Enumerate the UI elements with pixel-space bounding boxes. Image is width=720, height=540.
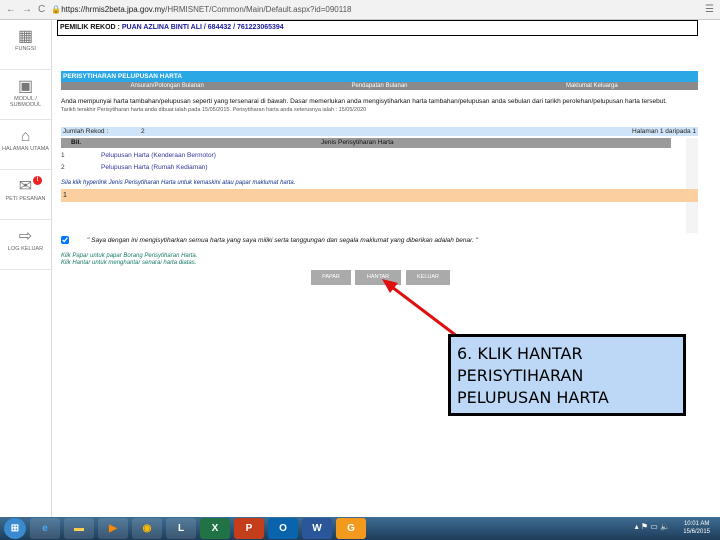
explorer-icon[interactable]: ▬ <box>64 518 94 539</box>
lync-icon[interactable]: L <box>166 518 196 539</box>
clock-time: 10:01 AM <box>683 521 710 527</box>
media-icon[interactable]: ▶ <box>98 518 128 539</box>
outlook-icon[interactable]: O <box>268 518 298 539</box>
powerpoint-icon[interactable]: P <box>234 518 264 539</box>
word-icon[interactable]: W <box>302 518 332 539</box>
annotation-arrow <box>382 279 471 348</box>
clock[interactable]: 10:01 AM 15/6/2015 <box>683 520 710 536</box>
start-icon[interactable]: ⊞ <box>4 518 26 539</box>
instruction-callout: 6. KLIK HANTAR PERISYTIHARAN PELUPUSAN H… <box>448 334 686 416</box>
system-tray[interactable]: ▴ ⚑ ▭ 🔈 <box>635 522 670 531</box>
app-icon[interactable]: G <box>336 518 366 539</box>
excel-icon[interactable]: X <box>200 518 230 539</box>
ie-icon[interactable]: e <box>30 518 60 539</box>
clock-date: 15/6/2015 <box>683 529 710 535</box>
taskbar: ⊞ e ▬ ▶ ◉ L X P O W G ▴ ⚑ ▭ 🔈 10:01 AM 15… <box>0 517 720 540</box>
chrome-icon[interactable]: ◉ <box>132 518 162 539</box>
